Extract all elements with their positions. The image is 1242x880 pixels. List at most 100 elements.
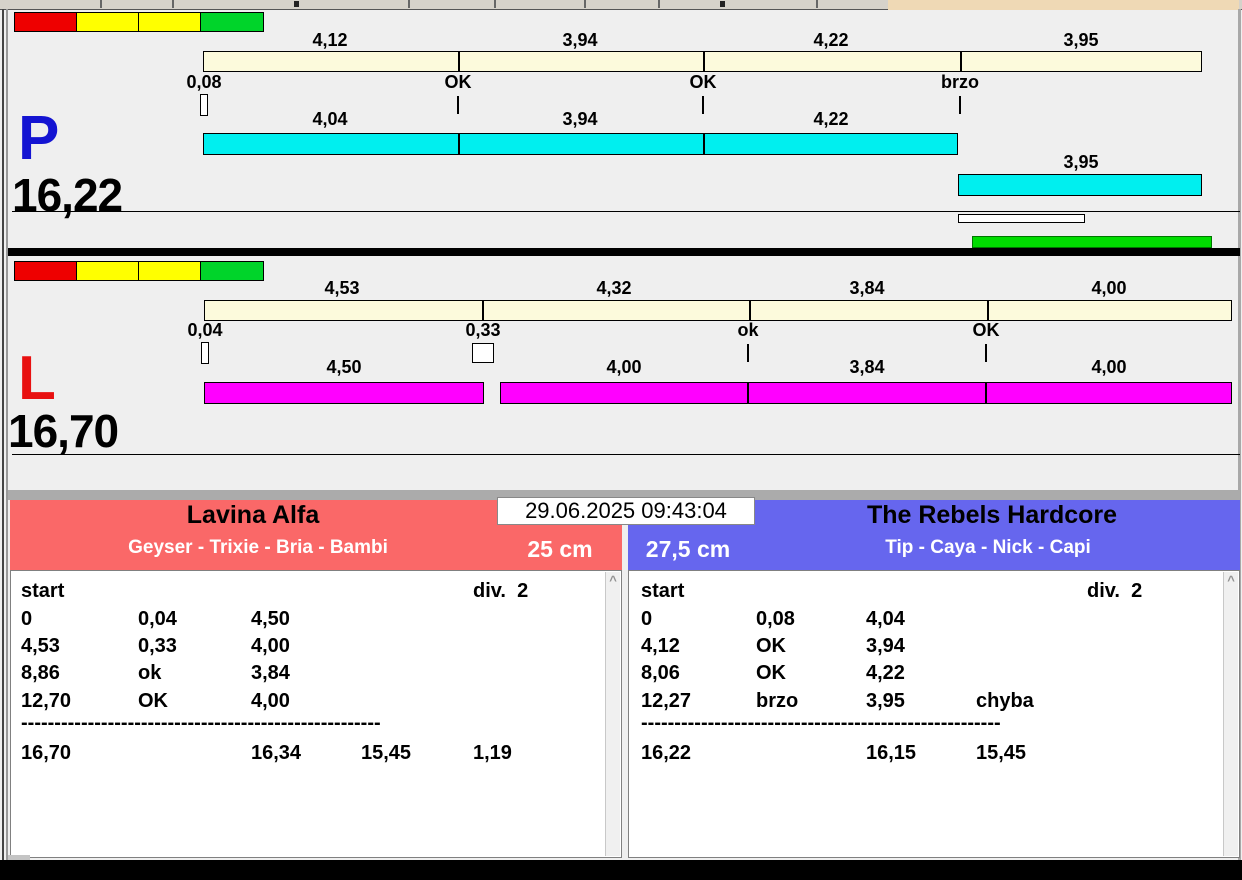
l-start-tick-box (201, 342, 209, 364)
table-header-div: div. 2 (1087, 580, 1143, 602)
l-total-time: 16,70 (8, 405, 119, 457)
p-run-split-label: 3,95 (1063, 152, 1099, 172)
lane-divider (8, 248, 1240, 256)
l-traffic-light (14, 261, 264, 281)
cell-mark: 0,33 (138, 635, 177, 657)
cell-mark: OK (756, 662, 786, 684)
toolbar-separator (584, 0, 586, 8)
bar-divider (987, 301, 989, 320)
l-run-split-label: 4,00 (606, 357, 642, 377)
p-reference-bar (203, 51, 1202, 72)
l-run-split-label: 4,50 (326, 357, 362, 377)
toolbar-glyph-fragment (720, 1, 725, 7)
l-run-bar (500, 382, 1232, 404)
cell-time: 12,27 (641, 690, 692, 712)
p-lane-letter: P (18, 104, 60, 173)
p-run-bar (203, 133, 958, 155)
cell-time: 8,86 (21, 662, 60, 684)
bar-divider (703, 134, 705, 154)
l-change-tick-box (472, 343, 494, 363)
total-clean: 16,34 (251, 742, 302, 764)
left-results-table: start div. 2 0 0,04 4,50 4,53 0,33 4,00 … (10, 570, 622, 858)
l-ref-split-label: 3,84 (849, 278, 885, 298)
l-run-bar-first (204, 382, 484, 404)
cell-mark: ok (138, 662, 162, 684)
app-window: 4,12 3,94 4,22 3,95 0,08 OK OK brzo 4,04… (0, 0, 1242, 880)
left-table-scrollbar[interactable]: ^ (605, 572, 620, 856)
p-change-mark: OK (689, 72, 717, 92)
right-team-height: 27,5 cm (645, 536, 731, 562)
p-run-split-label: 4,22 (813, 109, 849, 129)
total-clean: 16,15 (866, 742, 917, 764)
p-ref-split-label: 3,95 (1063, 30, 1099, 50)
bar-divider (985, 383, 987, 403)
bar-divider (458, 52, 460, 71)
cell-split: 3,84 (251, 662, 290, 684)
total-best: 15,45 (976, 742, 1027, 764)
table-separator: ----------------------------------------… (21, 712, 381, 734)
timestamp: 29.06.2025 09:43:04 (497, 497, 755, 525)
bar-divider (747, 383, 749, 403)
l-ref-split-label: 4,00 (1091, 278, 1127, 298)
right-results-table: start div. 2 0 0,08 4,04 4,12 OK 3,94 8,… (628, 570, 1240, 858)
l-ref-split-label: 4,32 (596, 278, 632, 298)
p-ref-split-label: 3,94 (562, 30, 598, 50)
bar-divider (960, 52, 962, 71)
bar-divider (482, 301, 484, 320)
cell-mark: OK (756, 635, 786, 657)
p-start-tick-box (200, 94, 208, 116)
bar-divider (703, 52, 705, 71)
cell-mark: OK (138, 690, 168, 712)
l-lane-letter: L (18, 344, 56, 413)
bottom-bar (0, 860, 1242, 880)
l-run-split-label: 3,84 (849, 357, 885, 377)
p-traffic-light (14, 12, 264, 32)
p-change-mark: 0,08 (186, 72, 222, 92)
toolbar-separator (408, 0, 410, 8)
p-change-mark: brzo (941, 72, 979, 92)
bar-divider (458, 134, 460, 154)
traffic-red-segment (15, 13, 77, 31)
scroll-up-arrow[interactable]: ^ (606, 574, 620, 587)
p-change-mark: OK (444, 72, 472, 92)
p-run-split-label: 4,04 (312, 109, 348, 129)
right-table-scrollbar[interactable]: ^ (1223, 572, 1238, 856)
l-change-mark: 0,33 (465, 320, 501, 340)
left-team-height: 25 cm (527, 536, 593, 562)
cell-mark: brzo (756, 690, 799, 712)
cell-split: 4,50 (251, 608, 290, 630)
cell-fault: chyba (976, 690, 1034, 712)
toolbar-separator (494, 0, 496, 8)
cell-time: 12,70 (21, 690, 72, 712)
cell-split: 4,04 (866, 608, 905, 630)
total-time: 16,70 (21, 742, 72, 764)
cell-split: 4,00 (251, 635, 290, 657)
table-separator: ----------------------------------------… (641, 712, 1001, 734)
l-change-mark: ok (737, 320, 759, 340)
l-section-line (12, 454, 1240, 455)
traffic-yellow-segment (77, 13, 139, 31)
p-tick (702, 96, 704, 114)
l-run-split-label: 4,00 (1091, 357, 1127, 377)
cell-split: 3,95 (866, 690, 905, 712)
traffic-yellow-segment (139, 262, 201, 280)
total-best: 15,45 (361, 742, 412, 764)
scroll-up-arrow[interactable]: ^ (1224, 574, 1238, 587)
p-section-line (12, 211, 1240, 212)
p-run-bar-last (958, 174, 1202, 196)
toolbar-separator (658, 0, 660, 8)
cell-mark: 0,04 (138, 608, 177, 630)
right-team-dogs: Tip - Caya - Nick - Capi (885, 537, 1091, 558)
toolbar-clipped (0, 0, 1242, 10)
cell-time: 0 (641, 608, 653, 630)
toolbar-separator (172, 0, 174, 8)
p-tick (457, 96, 459, 114)
total-diff: 1,19 (473, 742, 512, 764)
p-ref-split-label: 4,22 (813, 30, 849, 50)
traffic-green-segment (201, 262, 263, 280)
l-ref-split-label: 4,53 (324, 278, 360, 298)
l-tick (747, 344, 749, 362)
cell-time: 4,53 (21, 635, 60, 657)
traffic-green-segment (201, 13, 263, 31)
cell-split: 4,00 (251, 690, 290, 712)
